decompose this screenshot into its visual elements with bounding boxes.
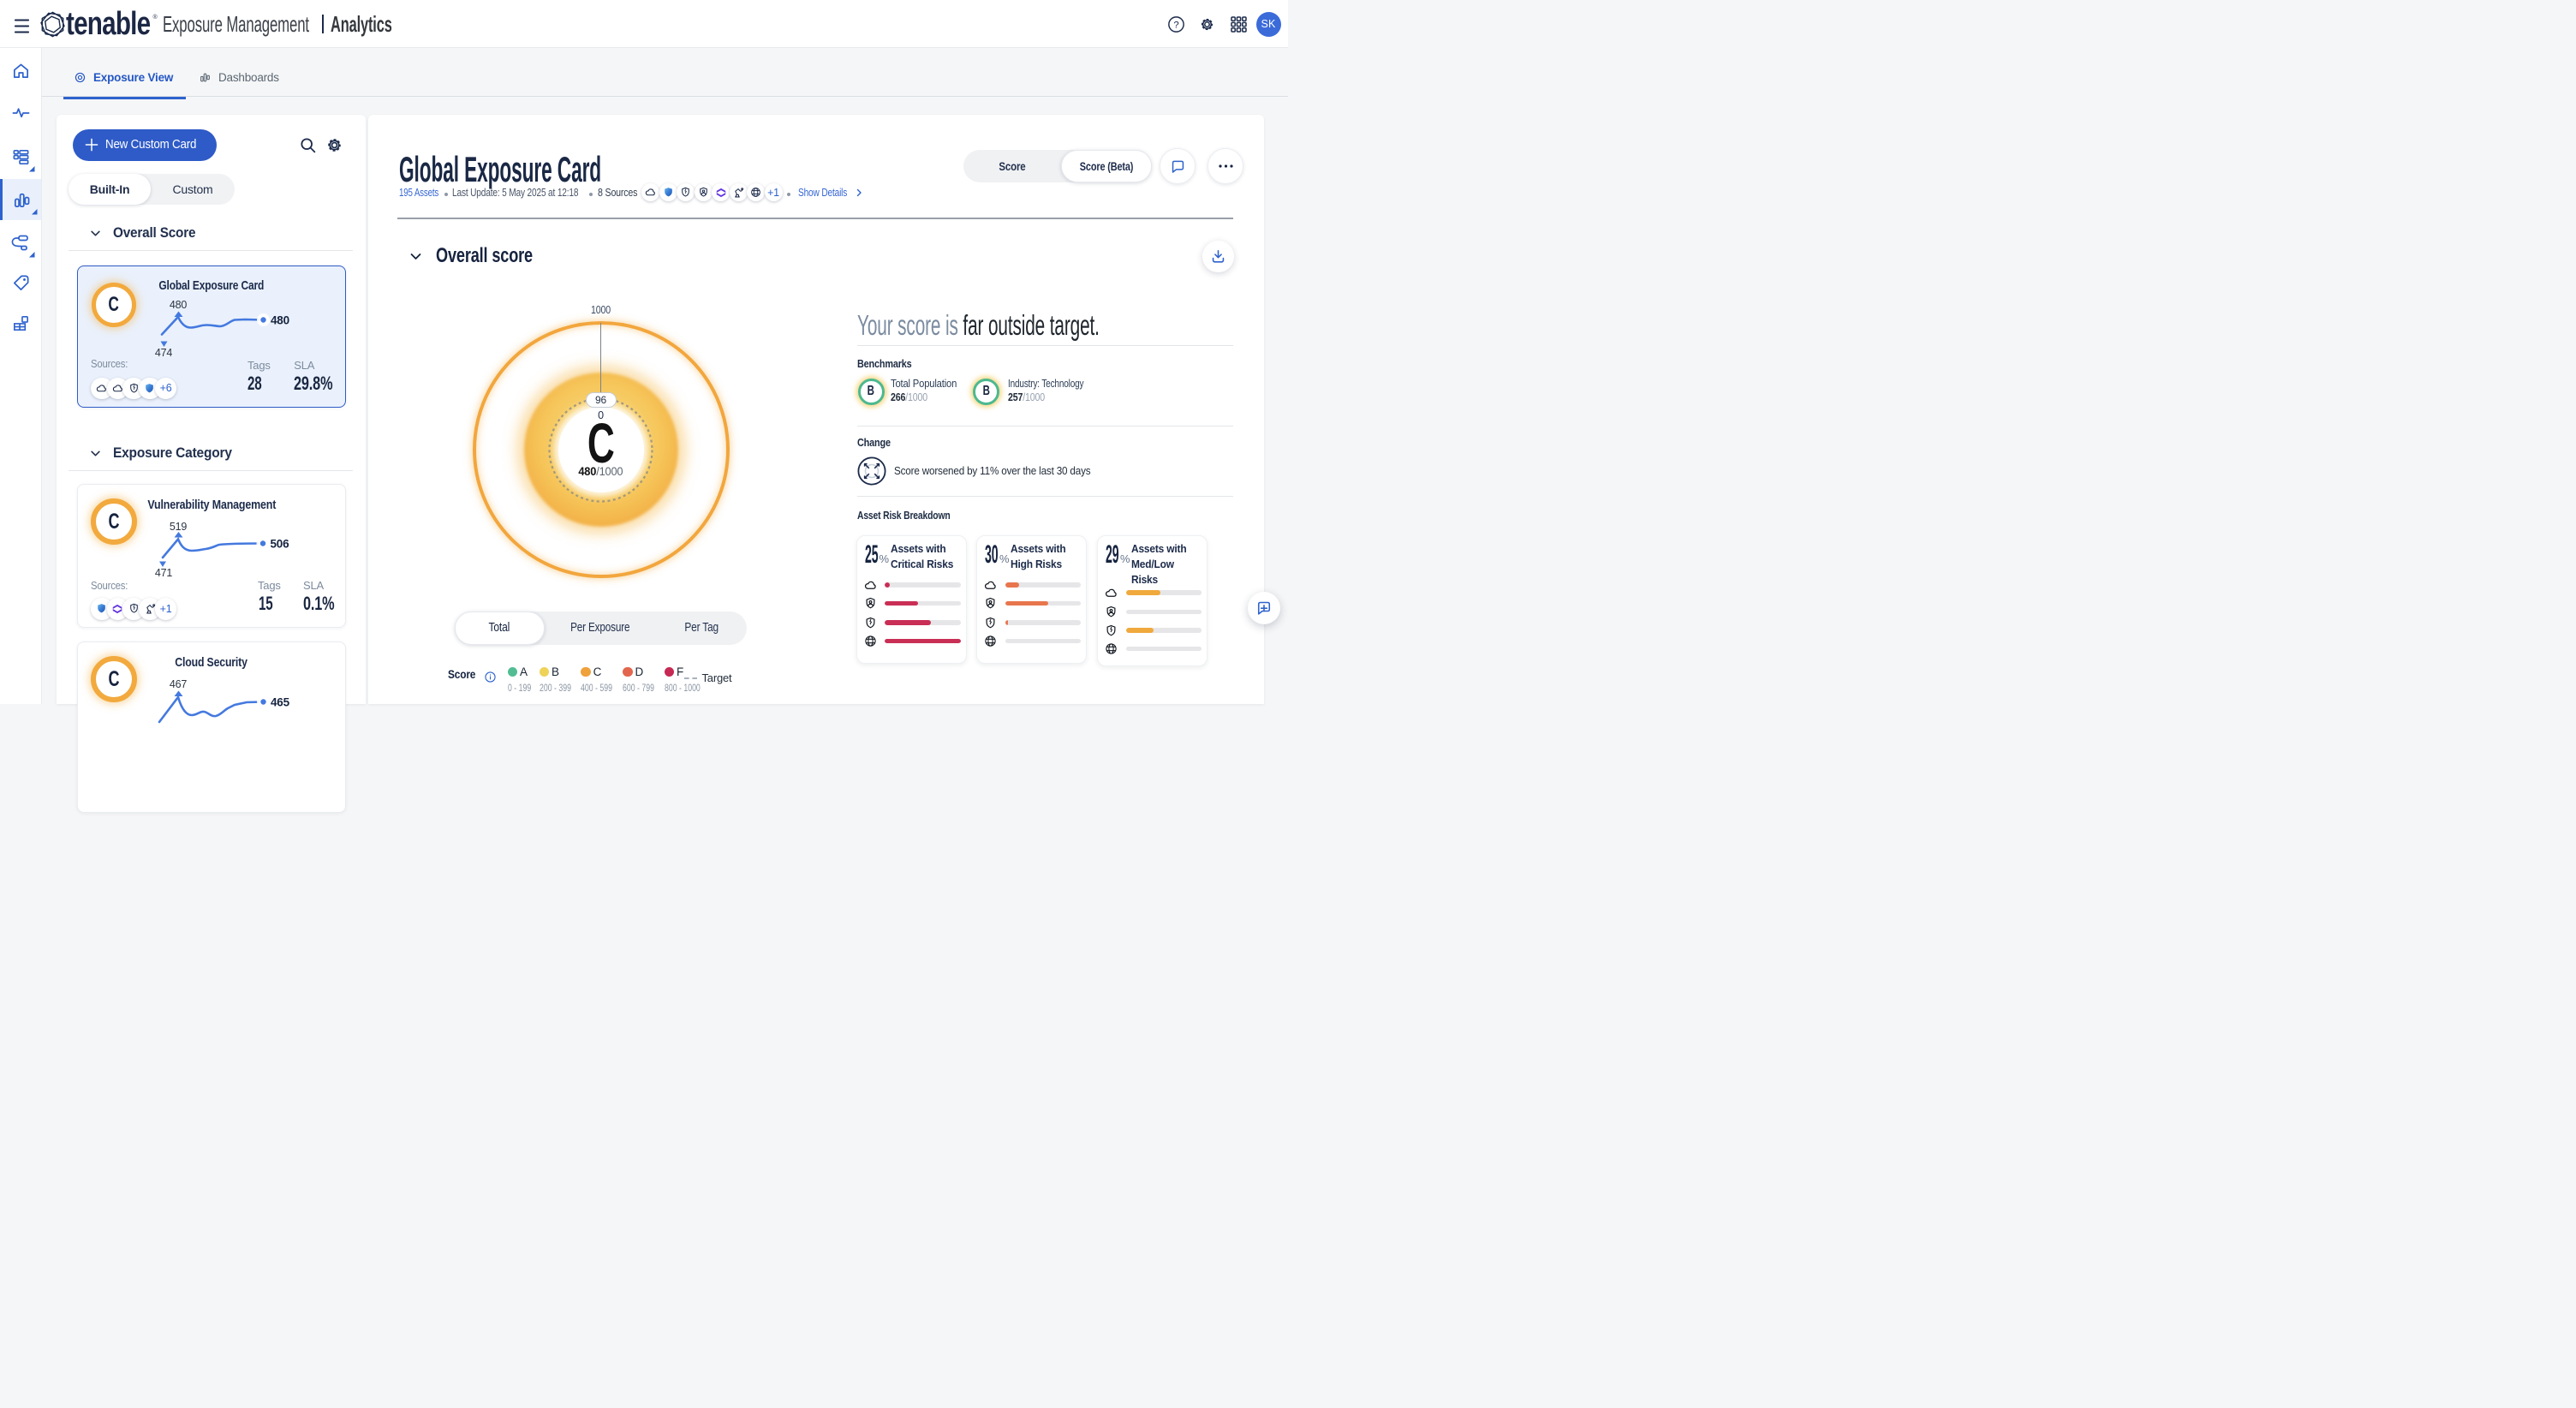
svg-text:506: 506 — [271, 538, 290, 551]
svg-text:465: 465 — [271, 696, 290, 709]
svg-text:480: 480 — [271, 314, 289, 327]
svg-text:?: ? — [1173, 20, 1178, 30]
svg-text:474: 474 — [155, 347, 173, 359]
svg-text:480: 480 — [170, 299, 188, 311]
svg-text:467: 467 — [170, 678, 188, 690]
svg-text:519: 519 — [170, 521, 188, 533]
svg-text:471: 471 — [155, 567, 173, 579]
